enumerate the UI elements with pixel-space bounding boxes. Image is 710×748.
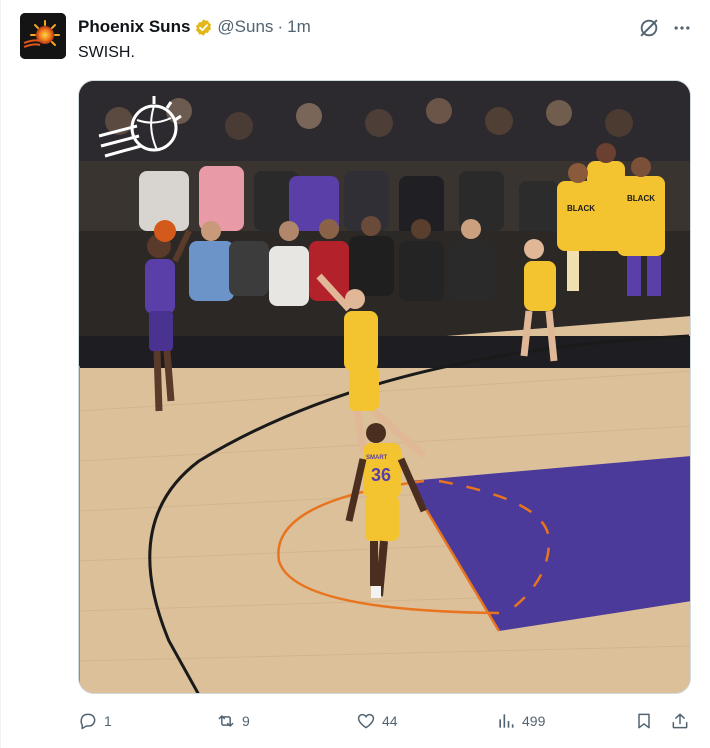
- divider: [0, 0, 1, 748]
- author-name[interactable]: Phoenix Suns: [78, 17, 190, 37]
- repost-button[interactable]: 9: [216, 708, 250, 734]
- like-count: 44: [382, 713, 398, 729]
- author-handle[interactable]: @Suns: [217, 17, 273, 37]
- tweet-media-image[interactable]: BLACK BLACK SMART 36: [78, 80, 691, 694]
- grok-icon: [640, 19, 658, 37]
- tweet[interactable]: Phoenix Suns @Suns · 1m SWISH. BLACK BLA…: [0, 0, 710, 748]
- like-button[interactable]: 44: [356, 708, 398, 734]
- post-time[interactable]: 1m: [287, 17, 311, 37]
- repost-icon: [218, 715, 234, 727]
- more-icon: [674, 26, 690, 30]
- reply-count: 1: [104, 713, 112, 729]
- verified-badge-icon: [194, 18, 213, 37]
- views-icon: [499, 714, 514, 728]
- separator-dot: ·: [277, 17, 284, 36]
- jersey-name: SMART: [366, 455, 388, 461]
- tweet-header: Phoenix Suns @Suns · 1m: [78, 16, 311, 38]
- jersey-number: 36: [371, 465, 391, 485]
- grok-button[interactable]: [637, 16, 661, 40]
- reply-icon: [80, 713, 96, 730]
- views-count: 499: [522, 713, 546, 729]
- repost-count: 9: [242, 713, 250, 729]
- reply-button[interactable]: 1: [78, 708, 112, 734]
- views-button[interactable]: 499: [496, 708, 545, 734]
- like-icon: [357, 713, 375, 729]
- svg-text:BLACK: BLACK: [627, 194, 655, 203]
- more-options-button[interactable]: [669, 16, 695, 40]
- share-icon: [672, 713, 688, 729]
- suns-logo-icon: [20, 13, 66, 59]
- avatar[interactable]: [20, 13, 66, 59]
- tweet-text: SWISH.: [78, 44, 135, 61]
- bookmark-button[interactable]: [634, 708, 654, 734]
- svg-text:BLACK: BLACK: [567, 204, 595, 213]
- share-button[interactable]: [670, 708, 690, 734]
- bookmark-icon: [638, 713, 650, 729]
- action-bar: 1 9 44 499: [78, 708, 698, 734]
